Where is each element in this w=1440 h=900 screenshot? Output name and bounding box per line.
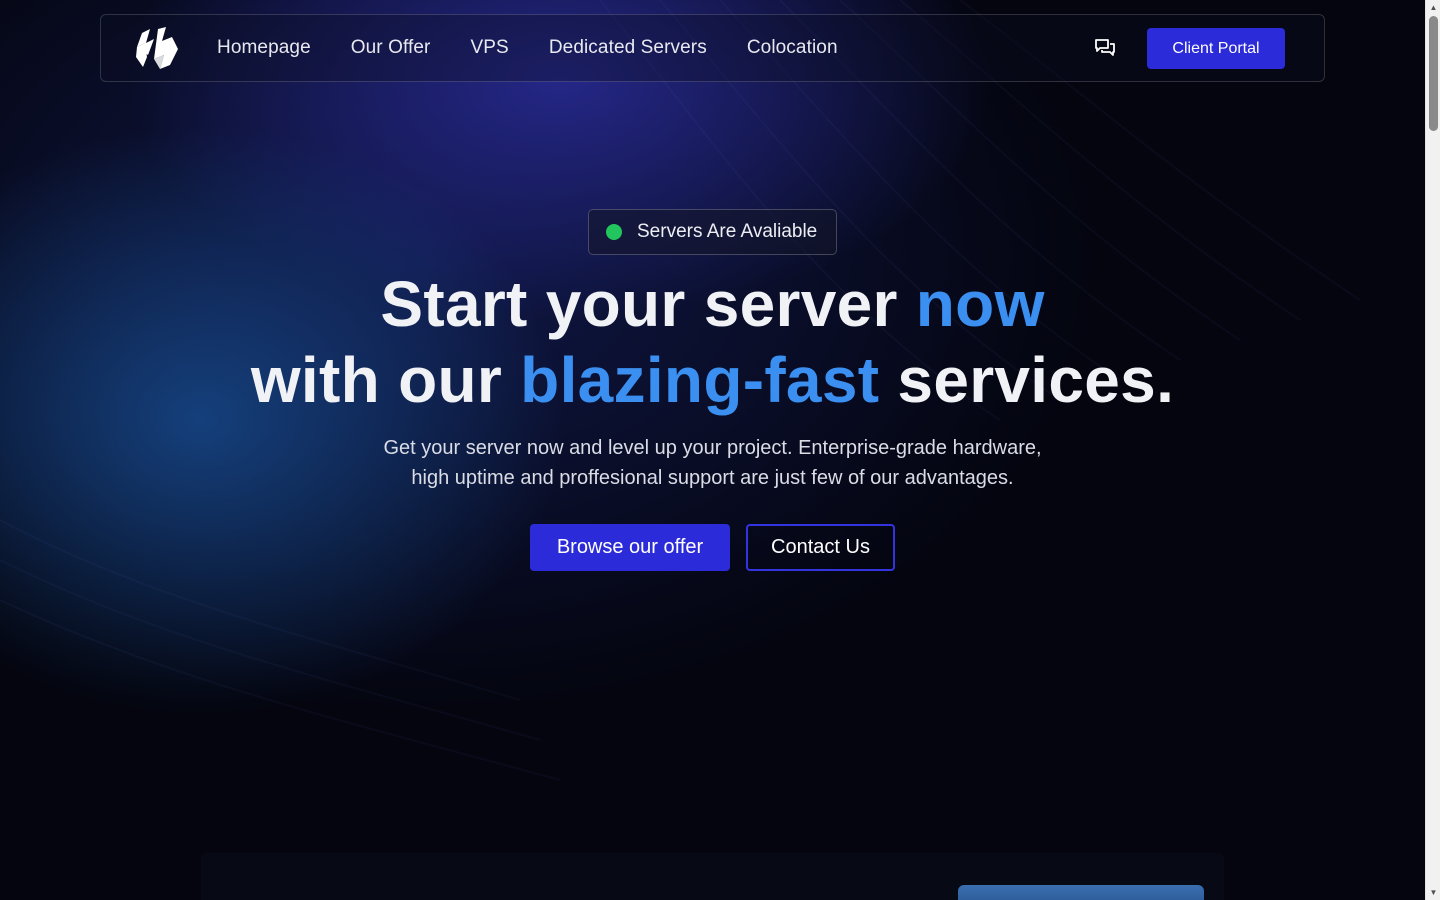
hero-page: Homepage Our Offer VPS Dedicated Servers… bbox=[0, 0, 1425, 900]
hero-headline: Start your server now with our blazing-f… bbox=[0, 266, 1425, 418]
contact-us-button[interactable]: Contact Us bbox=[746, 524, 895, 571]
nav-links: Homepage Our Offer VPS Dedicated Servers… bbox=[217, 15, 878, 81]
nav-colocation[interactable]: Colocation bbox=[747, 37, 838, 59]
chat-bubbles-icon[interactable] bbox=[1094, 37, 1116, 59]
nav-dedicated-servers[interactable]: Dedicated Servers bbox=[549, 37, 707, 59]
page-scrollbar[interactable]: ▲ ▼ bbox=[1425, 0, 1440, 900]
headline-text: with our bbox=[250, 344, 521, 416]
nav-homepage[interactable]: Homepage bbox=[217, 37, 311, 59]
nav-vps[interactable]: VPS bbox=[471, 37, 509, 59]
next-section-image bbox=[958, 885, 1204, 900]
scroll-down-icon[interactable]: ▼ bbox=[1426, 885, 1440, 900]
status-badge: Servers Are Avaliable bbox=[588, 209, 837, 255]
brand-logo[interactable] bbox=[134, 27, 180, 71]
status-text: Servers Are Avaliable bbox=[637, 221, 818, 242]
client-portal-button[interactable]: Client Portal bbox=[1147, 28, 1285, 69]
subtext-line: high uptime and proffesional support are… bbox=[411, 467, 1014, 489]
headline-text: services. bbox=[879, 344, 1175, 416]
subtext-line: Get your server now and level up your pr… bbox=[383, 437, 1042, 459]
browse-offer-button[interactable]: Browse our offer bbox=[530, 524, 730, 571]
nav-our-offer[interactable]: Our Offer bbox=[351, 37, 431, 59]
scroll-up-icon[interactable]: ▲ bbox=[1426, 0, 1440, 15]
headline-text: Start your server bbox=[380, 268, 916, 340]
headline-accent: now bbox=[915, 268, 1045, 340]
hero-subtext: Get your server now and level up your pr… bbox=[0, 433, 1425, 493]
headline-accent: blazing-fast bbox=[520, 344, 880, 416]
status-dot-icon bbox=[606, 224, 622, 240]
top-navbar: Homepage Our Offer VPS Dedicated Servers… bbox=[100, 14, 1325, 82]
scroll-thumb[interactable] bbox=[1429, 16, 1438, 131]
